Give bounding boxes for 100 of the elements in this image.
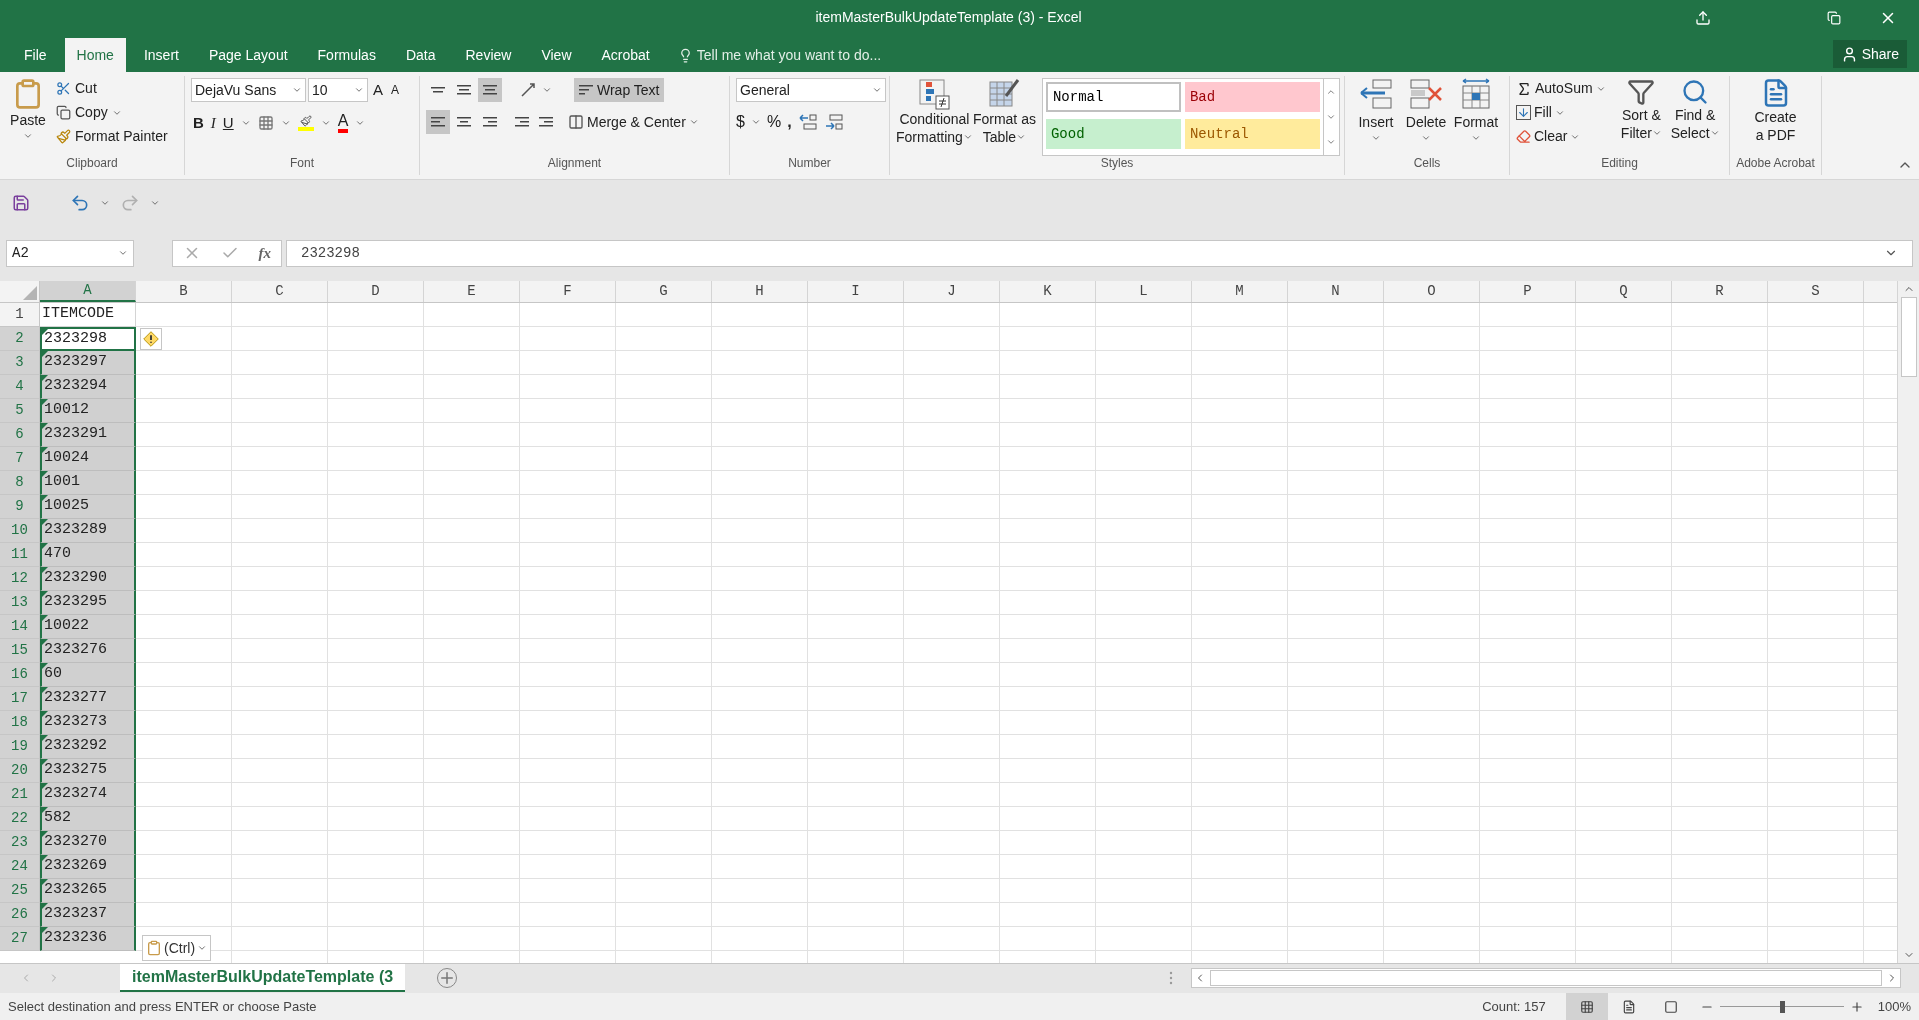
font-color-button[interactable]: A	[337, 113, 349, 134]
table-cell[interactable]: 1001	[40, 471, 136, 495]
table-cell[interactable]: 2323290	[40, 567, 136, 591]
column-header[interactable]: G	[616, 281, 712, 302]
conditional-formatting-button[interactable]: Conditional Formatting	[896, 78, 973, 157]
row-header[interactable]: 25	[0, 879, 40, 903]
increase-decimal-icon[interactable]	[797, 113, 818, 131]
autosum-button[interactable]: AutoSum	[1516, 78, 1616, 99]
ribbon-tab[interactable]: View	[529, 38, 584, 72]
format-as-table-button[interactable]: Format as Table	[972, 78, 1036, 157]
row-header[interactable]: 16	[0, 663, 40, 687]
currency-button[interactable]: $	[736, 110, 745, 134]
table-cell[interactable]: 2323275	[40, 759, 136, 783]
grow-font-button[interactable]: A	[370, 78, 386, 102]
table-cell[interactable]: 2323289	[40, 519, 136, 543]
ribbon-tab[interactable]: Insert	[131, 38, 191, 72]
ribbon-tab[interactable]: Data	[393, 38, 448, 72]
table-cell[interactable]: 2323292	[40, 735, 136, 759]
column-header[interactable]: N	[1288, 281, 1384, 302]
horizontal-align-button[interactable]	[426, 110, 450, 134]
table-cell[interactable]: 2323294	[40, 375, 136, 399]
paste-button[interactable]: Paste	[6, 78, 50, 157]
bold-button[interactable]: B	[193, 112, 204, 135]
cell-grid[interactable]	[136, 303, 1897, 963]
table-cell[interactable]: 60	[40, 663, 136, 687]
fill-color-icon[interactable]	[297, 115, 314, 132]
cells-button[interactable]: Insert	[1351, 78, 1401, 157]
ribbon-tab[interactable]: Page Layout	[196, 38, 300, 72]
ribbon-display-icon[interactable]	[1695, 9, 1711, 26]
decrease-decimal-icon[interactable]	[823, 113, 844, 131]
table-cell[interactable]: 10025	[40, 495, 136, 519]
column-header[interactable]: Q	[1576, 281, 1672, 302]
zoom-in-icon[interactable]	[1849, 999, 1864, 1014]
row-header[interactable]: 12	[0, 567, 40, 591]
cells-button[interactable]: Delete	[1401, 78, 1451, 157]
row-header[interactable]: 13	[0, 591, 40, 615]
row-header[interactable]: 5	[0, 399, 40, 423]
restore-icon[interactable]	[1827, 10, 1841, 25]
column-header[interactable]: D	[328, 281, 424, 302]
fill-button[interactable]: Fill	[1516, 102, 1616, 123]
table-cell[interactable]: 10022	[40, 615, 136, 639]
column-header[interactable]: E	[424, 281, 520, 302]
zoom-thumb[interactable]	[1779, 1000, 1785, 1013]
table-cell[interactable]: 2323276	[40, 639, 136, 663]
ribbon-tab[interactable]: Formulas	[305, 38, 388, 72]
name-box[interactable]: A2	[6, 239, 134, 267]
cell-style-swatch[interactable]: Bad	[1184, 82, 1320, 112]
column-header[interactable]: S	[1768, 281, 1864, 302]
share-button[interactable]: Share	[1832, 40, 1907, 68]
table-cell[interactable]: 2323291	[40, 423, 136, 447]
tell-me-field[interactable]: Tell me what you want to do...	[677, 38, 882, 72]
save-icon[interactable]	[12, 193, 30, 212]
wrap-text-button[interactable]: Wrap Text	[574, 78, 664, 102]
sort-filter-button[interactable]: Sort & Filter	[1615, 78, 1668, 157]
table-cell[interactable]: 10024	[40, 447, 136, 471]
number-format-field[interactable]: General	[736, 78, 886, 102]
ribbon-tab[interactable]: Acrobat	[589, 38, 662, 72]
row-header[interactable]: 15	[0, 639, 40, 663]
row-header[interactable]: 22	[0, 807, 40, 831]
borders-icon[interactable]	[257, 115, 274, 132]
zoom-level[interactable]: 100%	[1877, 996, 1911, 1017]
scroll-thumb[interactable]	[1210, 970, 1882, 986]
column-header[interactable]: B	[136, 281, 232, 302]
view-button[interactable]	[1565, 993, 1608, 1020]
row-header[interactable]: 14	[0, 615, 40, 639]
cells-button[interactable]: Format	[1451, 78, 1501, 157]
column-header[interactable]: P	[1480, 281, 1576, 302]
underline-button[interactable]: U	[222, 112, 234, 135]
comma-button[interactable]: ,	[787, 110, 792, 134]
table-cell[interactable]: 2323236	[40, 927, 136, 951]
sheet-tab[interactable]: itemMasterBulkUpdateTemplate (3	[120, 964, 406, 992]
font-family-field[interactable]: DejaVu Sans	[191, 78, 306, 102]
italic-button[interactable]: I	[210, 112, 216, 135]
cut-button[interactable]: Cut	[56, 78, 168, 99]
column-header[interactable]: C	[232, 281, 328, 302]
copy-button[interactable]: Copy	[56, 102, 168, 123]
font-size-field[interactable]: 10	[308, 78, 368, 102]
row-header[interactable]: 10	[0, 519, 40, 543]
table-cell[interactable]: 2323298	[40, 327, 136, 351]
cell-style-swatch[interactable]: Normal	[1045, 82, 1181, 112]
row-header[interactable]: 23	[0, 831, 40, 855]
format-painter-button[interactable]: Format Painter	[56, 126, 168, 147]
column-header[interactable]: R	[1672, 281, 1768, 302]
splitter-icon[interactable]	[1169, 971, 1173, 985]
column-header[interactable]: F	[520, 281, 616, 302]
column-header[interactable]: M	[1192, 281, 1288, 302]
row-header[interactable]: 26	[0, 903, 40, 927]
shrink-font-button[interactable]: A	[388, 81, 403, 99]
table-cell[interactable]: 2323269	[40, 855, 136, 879]
row-header[interactable]: 2	[0, 327, 40, 351]
create-pdf-button[interactable]: Create a PDF	[1736, 78, 1815, 157]
horizontal-scrollbar[interactable]	[1191, 968, 1901, 988]
row-header[interactable]: 8	[0, 471, 40, 495]
paste-options-button[interactable]: (Ctrl)	[142, 935, 212, 961]
row-header[interactable]: 18	[0, 711, 40, 735]
vertical-align-button[interactable]	[478, 78, 502, 102]
table-cell[interactable]: 2323295	[40, 591, 136, 615]
column-header[interactable]: I	[808, 281, 904, 302]
vertical-scrollbar[interactable]	[1897, 281, 1919, 963]
row-header[interactable]: 20	[0, 759, 40, 783]
